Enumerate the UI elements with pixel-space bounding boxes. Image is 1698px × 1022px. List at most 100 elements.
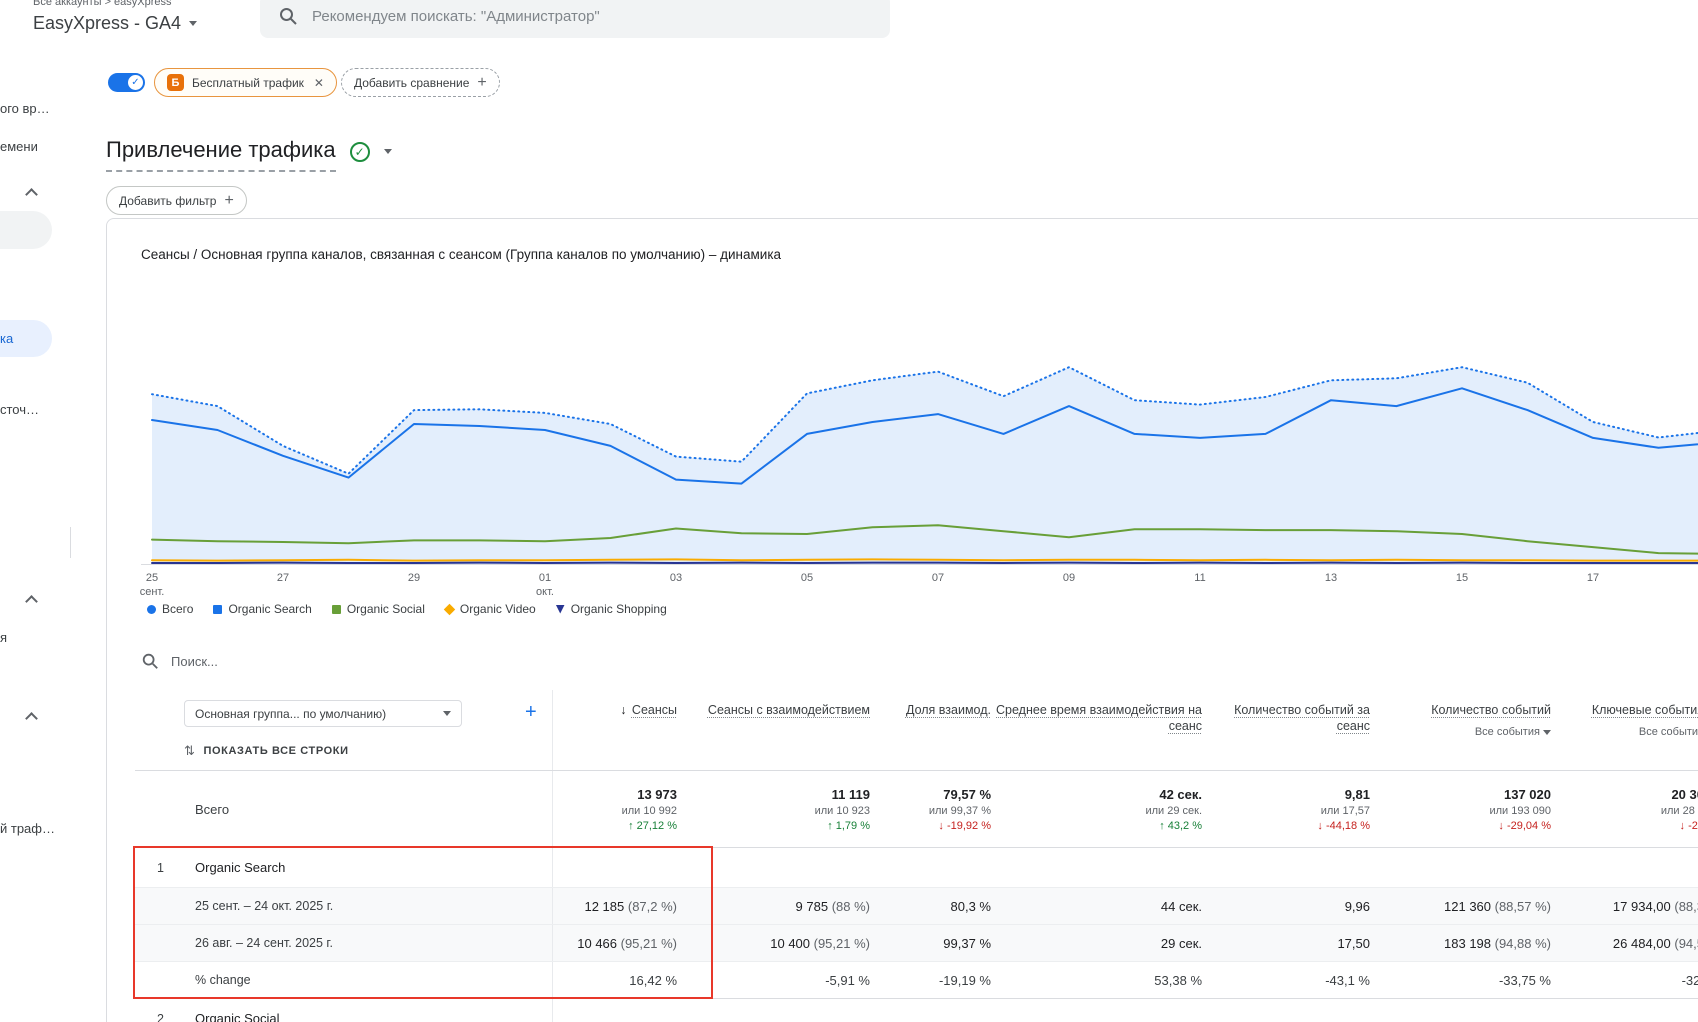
totals-label: Всего xyxy=(195,801,230,817)
metric-value: 10 466 (95,21 %) xyxy=(577,935,677,951)
column-header-4[interactable]: Среднее время взаимодействия на сеанс xyxy=(991,690,1202,770)
chevron-down-icon[interactable] xyxy=(383,149,392,154)
plus-icon: + xyxy=(224,191,234,209)
search-icon xyxy=(142,653,158,669)
square-marker-icon xyxy=(213,604,223,614)
sidebar-divider xyxy=(70,527,71,558)
x-axis-label: 01 окт. xyxy=(536,572,554,598)
change-value: -32, xyxy=(1681,972,1698,988)
x-axis-label: 03 xyxy=(669,572,683,584)
close-icon[interactable]: ✕ xyxy=(314,76,324,90)
show-all-rows-button[interactable]: ⇅ ПОКАЗАТЬ ВСЕ СТРОКИ xyxy=(184,743,349,759)
change-value: -43,1 % xyxy=(1325,972,1370,988)
sidebar-item-label[interactable]: я xyxy=(0,630,7,645)
dimension-header-cell: Основная группа... по умолчанию) + ⇅ ПОК… xyxy=(135,690,553,770)
x-axis-label: 27 xyxy=(276,572,290,584)
legend-item-organic-social[interactable]: Organic Social xyxy=(331,602,425,616)
series-line-organic-video xyxy=(151,558,1698,562)
legend-label: Organic Social xyxy=(346,602,425,616)
column-header-5[interactable]: Количество событий за сеанс xyxy=(1202,690,1370,770)
segment-letter-icon: Б xyxy=(167,74,184,91)
segment-chip[interactable]: Б Бесплатный трафик ✕ xyxy=(154,68,337,97)
chevron-up-icon[interactable] xyxy=(25,188,38,201)
global-search-bar[interactable] xyxy=(260,0,890,38)
chevron-up-icon[interactable] xyxy=(25,595,38,608)
sidebar-item-selected-pill[interactable]: ка xyxy=(0,320,52,357)
column-header-6[interactable]: Количество событий Все события xyxy=(1370,690,1551,770)
table-search-input[interactable] xyxy=(171,653,491,669)
column-header-1[interactable]: ↓ Сеансы xyxy=(553,690,677,770)
metric-value: 17,50 xyxy=(1337,935,1370,951)
events-filter-dropdown[interactable]: Все события xyxy=(1551,724,1698,740)
dimension-selector[interactable]: Основная группа... по умолчанию) xyxy=(184,700,462,727)
column-header-3[interactable]: Доля взаимод. xyxy=(870,690,991,770)
comparison-toggle[interactable]: ✓ xyxy=(108,73,145,92)
sessions-line-chart xyxy=(141,366,1698,565)
sidebar-item-label[interactable]: емени xyxy=(0,139,38,154)
channel-name: Organic Search xyxy=(195,860,286,875)
x-axis-label: 15 xyxy=(1455,572,1469,584)
totals-cell: 11 119 или 10 923 ↑ 1,79 % xyxy=(814,786,870,832)
toggle-check-icon: ✓ xyxy=(128,75,143,90)
channel-name: Organic Social xyxy=(195,1011,280,1022)
row-index: 2 xyxy=(157,1011,164,1022)
chevron-down-icon xyxy=(443,711,451,716)
totals-cell: 79,57 % или 99,37 % ↓ -19,92 % xyxy=(928,786,991,832)
property-name: EasyXpress - GA4 xyxy=(33,13,182,33)
sidebar-item-label: ка xyxy=(0,331,14,346)
period-row: 25 сент. – 24 окт. 2025 г. 12 185 (87,2 %… xyxy=(135,888,1698,925)
chart-legend: Всего Organic Search Organic Social Organic… xyxy=(147,602,667,616)
add-filter-button[interactable]: Добавить фильтр + xyxy=(106,186,247,215)
sidebar-item-label[interactable]: й траф… xyxy=(0,821,55,836)
change-row-label: % change xyxy=(195,973,251,987)
x-axis: 25 сент. 27 29 01 окт. 03 05 07 09 11 13 15 17 xyxy=(140,571,1698,601)
table-body: 1 Organic Search 25 сент. – 24 окт. 2025 г… xyxy=(135,848,1698,1022)
page-title: Привлечение трафика xyxy=(106,137,336,172)
sidebar-item-pill[interactable] xyxy=(0,211,52,249)
change-value: -5,91 % xyxy=(825,972,870,988)
add-comparison-label: Добавить сравнение xyxy=(354,75,470,90)
legend-label: Всего xyxy=(162,602,194,616)
metric-value: 121 360 (88,57 %) xyxy=(1444,898,1551,914)
x-axis-label: 07 xyxy=(931,572,945,584)
row-index: 1 xyxy=(157,860,164,875)
x-axis-label: 05 xyxy=(800,572,814,584)
table-search[interactable] xyxy=(141,652,491,670)
segment-chip-label: Бесплатный трафик xyxy=(192,75,304,90)
events-filter-dropdown[interactable]: Все события xyxy=(1370,724,1551,740)
period-row: 26 авг. – 24 сент. 2025 г. 10 466 (95,21 … xyxy=(135,925,1698,962)
add-dimension-button[interactable]: + xyxy=(525,702,537,722)
x-axis-label: 29 xyxy=(407,572,421,584)
change-value: -19,19 % xyxy=(938,972,991,988)
totals-row: Всего 13 973 или 10 992 ↑ 27,12 % 11 119 или… xyxy=(135,771,1698,848)
column-header-2[interactable]: Сеансы с взаимодействием xyxy=(677,690,870,770)
sidebar-item-label[interactable]: ого вр… xyxy=(0,101,50,116)
column-header-7[interactable]: Ключевые события Все события xyxy=(1551,690,1698,770)
add-comparison-button[interactable]: Добавить сравнение + xyxy=(341,68,500,97)
breadcrumb[interactable]: Все аккаунты > easyXpress xyxy=(33,0,172,8)
metric-value: 44 сек. xyxy=(1160,898,1202,914)
legend-item-всего[interactable]: Всего xyxy=(147,602,193,616)
chevron-up-icon[interactable] xyxy=(25,712,38,725)
change-value: 53,38 % xyxy=(1154,972,1202,988)
plus-icon: + xyxy=(477,73,487,91)
property-selector[interactable]: EasyXpress - GA4 xyxy=(33,13,198,34)
metric-value: 80,3 % xyxy=(950,898,991,914)
change-value: 16,42 % xyxy=(629,972,677,988)
sidebar-item-label[interactable]: сточ… xyxy=(0,402,39,417)
search-input[interactable] xyxy=(312,7,872,25)
legend-item-organic-search[interactable]: Organic Search xyxy=(213,602,312,616)
chart-title: Сеансы / Основная группа каналов, связан… xyxy=(141,247,782,262)
channel-row: 1 Organic Search xyxy=(135,848,1698,888)
legend-item-organic-shopping[interactable]: Organic Shopping xyxy=(555,602,667,616)
add-filter-label: Добавить фильтр xyxy=(119,193,217,208)
search-icon xyxy=(280,8,297,25)
expand-rows-icon: ⇅ xyxy=(184,743,196,758)
totals-label-cell: Всего xyxy=(135,771,553,847)
x-axis-label: 11 xyxy=(1194,572,1206,584)
legend-item-organic-video[interactable]: Organic Video xyxy=(443,602,536,616)
metric-value: 26 484,00 (94,5 xyxy=(1612,935,1698,951)
report-check-badge-icon[interactable]: ✓ xyxy=(349,141,370,162)
x-axis-label: 17 xyxy=(1586,572,1600,584)
legend-label: Organic Search xyxy=(228,602,312,616)
